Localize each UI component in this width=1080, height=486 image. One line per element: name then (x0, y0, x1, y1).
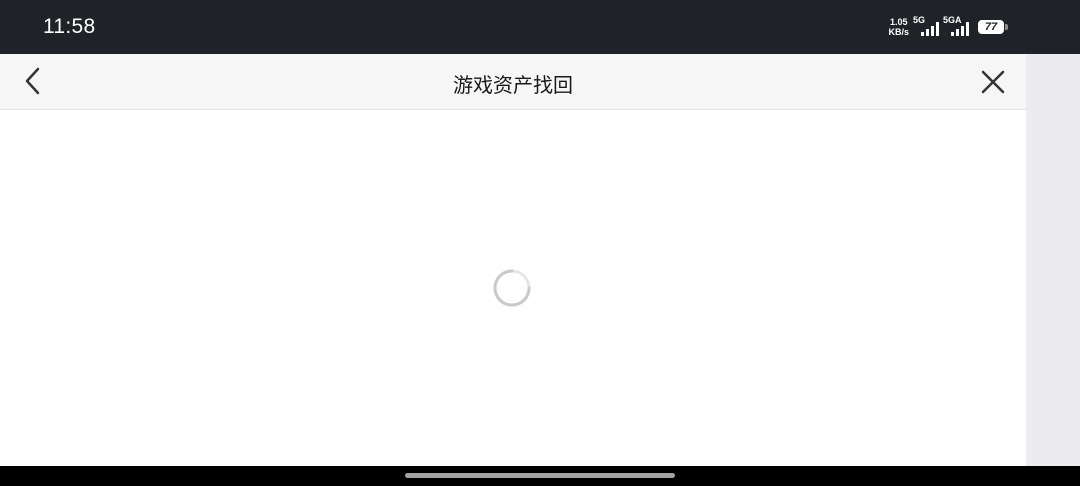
signal-5g-icon: 5G (913, 16, 939, 38)
loading-spinner-icon (493, 269, 531, 307)
battery-icon: 77 (978, 20, 1008, 34)
network-speed-unit: KB/s (888, 27, 909, 37)
signal-5ga-icon: 5GA (943, 16, 969, 38)
network-speed: 1.05 KB/s (888, 17, 909, 37)
network-speed-value: 1.05 (889, 17, 908, 27)
close-button[interactable] (976, 65, 1010, 99)
home-indicator[interactable] (405, 473, 675, 478)
system-nav-bar (0, 466, 1080, 486)
status-bar: 11:58 1.05 KB/s 5G 5GA 77 (0, 0, 1080, 54)
header-bar: 游戏资产找回 (0, 54, 1026, 110)
page-title: 游戏资产找回 (453, 73, 573, 97)
battery-level: 77 (984, 21, 998, 33)
webview-content (0, 110, 1026, 466)
side-strip (1026, 54, 1080, 466)
status-icons: 1.05 KB/s 5G 5GA 77 (888, 16, 1008, 38)
close-icon (981, 70, 1005, 94)
status-time: 11:58 (43, 15, 96, 38)
